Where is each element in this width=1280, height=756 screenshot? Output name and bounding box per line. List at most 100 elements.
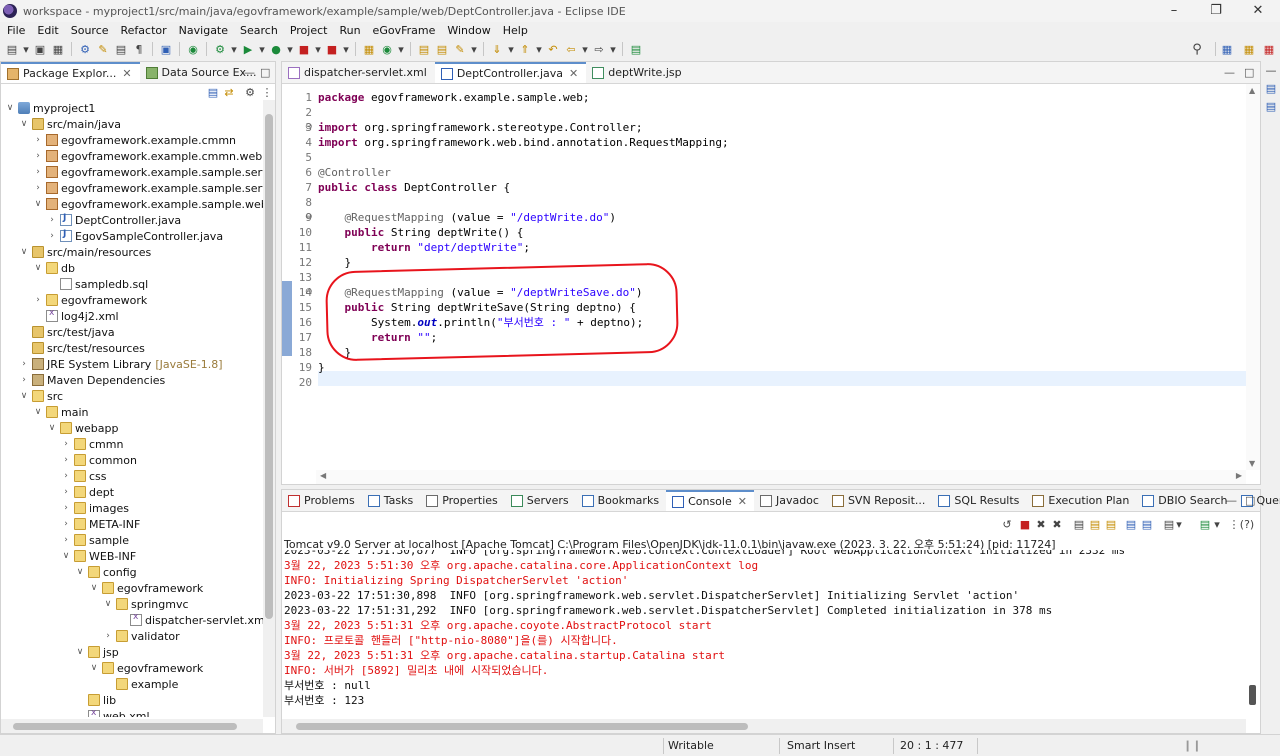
tree-item[interactable]: web.xml [1,708,150,717]
fold-icon[interactable]: ⊖ [305,120,313,135]
tab-javadoc[interactable]: Javadoc [754,490,826,511]
clear-console-icon[interactable]: ▤ [1071,516,1087,532]
chevron-down-icon[interactable]: ∨ [89,663,99,673]
chevron-right-icon[interactable]: › [61,439,71,449]
dropdown-icon[interactable]: ▾ [470,41,478,57]
tree-item[interactable]: ∨ webapp [1,420,119,436]
remove-all-launches-icon[interactable]: ✖ [1049,516,1065,532]
dropdown-icon[interactable]: ▾ [609,41,617,57]
chevron-right-icon[interactable]: › [47,231,57,241]
tab-deptwrite-jsp[interactable]: deptWrite.jsp [586,62,689,83]
tab-execution-plan[interactable]: Execution Plan [1026,490,1136,511]
tree-item[interactable]: sampledb.sql [1,276,148,292]
dropdown-icon[interactable]: ▾ [286,41,294,57]
tab-bookmarks[interactable]: Bookmarks [576,490,666,511]
back-icon[interactable]: ⇦ [563,41,579,57]
tree-item[interactable]: ∨ egovframework.example.sample.web [1,196,263,212]
tree-horizontal-scrollbar[interactable] [1,719,263,733]
task-list-icon[interactable]: ▤ [1263,98,1279,114]
open-console-icon[interactable]: ▤ [1197,516,1213,532]
tree-item[interactable]: ∨ src/main/java [1,116,121,132]
maximize-view-icon[interactable]: □ [260,66,270,79]
word-wrap-icon[interactable]: ▤ [1103,516,1119,532]
chevron-down-icon[interactable]: ∨ [19,391,29,401]
tab-servers[interactable]: Servers [505,490,576,511]
dropdown-icon[interactable]: ▾ [1175,516,1183,532]
close-icon[interactable]: ✕ [738,495,747,508]
chevron-right-icon[interactable]: › [61,455,71,465]
show-whitespace-icon[interactable]: ¶ [131,41,147,57]
debug-icon[interactable]: ⚙ [212,41,228,57]
view-menu-icon[interactable]: ⋮ [259,84,275,100]
tab-package-explorer[interactable]: Package Explor... ✕ [1,62,140,83]
tree-item[interactable]: › Maven Dependencies [1,372,165,388]
tree-item[interactable]: ∨ config [1,564,137,580]
dropdown-icon[interactable]: ▾ [397,41,405,57]
tree-vertical-scrollbar[interactable] [263,100,275,717]
menu-edit[interactable]: Edit [32,24,65,37]
dropdown-icon[interactable]: ▾ [581,41,589,57]
tree-item[interactable]: › DeptController.java [1,212,181,228]
minimize-icon[interactable]: – [1154,0,1194,22]
menu-file[interactable]: File [2,24,32,37]
tree-item[interactable]: › sample [1,532,129,548]
tab-dbio-search[interactable]: DBIO Search [1136,490,1234,511]
minimize-view-icon[interactable]: — [1263,62,1279,78]
minimize-view-icon[interactable]: — [1226,494,1237,507]
menu-search[interactable]: Search [235,24,285,37]
new-java-project-icon[interactable]: ▦ [361,41,377,57]
menu-refactor[interactable]: Refactor [116,24,174,37]
word-wrap-icon[interactable]: ▤ [113,41,129,57]
dropdown-icon[interactable]: ▾ [342,41,350,57]
console-horizontal-scrollbar[interactable] [282,719,1246,733]
save-all-icon[interactable]: ▦ [50,41,66,57]
dropdown-icon[interactable]: ▾ [535,41,543,57]
tree-item[interactable]: › JRE System Library [JavaSE-1.8] [1,356,222,372]
chevron-down-icon[interactable]: ∨ [33,407,43,417]
maximize-view-icon[interactable]: □ [1245,494,1255,507]
chevron-right-icon[interactable]: › [61,487,71,497]
filters-icon[interactable]: ⚙ [242,84,258,100]
close-icon[interactable]: ✕ [122,67,131,80]
chevron-down-icon[interactable]: ∨ [75,567,85,577]
last-edit-location-icon[interactable]: ↶ [545,41,561,57]
tab-console[interactable]: Console ✕ [666,490,754,511]
console-vertical-scrollbar[interactable] [1248,550,1258,717]
chevron-right-icon[interactable]: › [61,503,71,513]
chevron-right-icon[interactable]: › [33,167,43,177]
chevron-right-icon[interactable]: › [33,183,43,193]
chevron-right-icon[interactable]: › [33,135,43,145]
help-icon[interactable]: (?) [1236,516,1258,532]
external-tools-icon[interactable]: ■ [324,41,340,57]
chevron-down-icon[interactable]: ∨ [33,263,43,273]
tab-properties[interactable]: Properties [420,490,505,511]
chevron-right-icon[interactable]: › [33,151,43,161]
tree-item[interactable]: src/test/java [1,324,115,340]
chevron-down-icon[interactable]: ∨ [19,247,29,257]
menu-navigate[interactable]: Navigate [174,24,235,37]
search-icon[interactable]: ✎ [452,41,468,57]
tree-item[interactable]: ∨ main [1,404,89,420]
dropdown-icon[interactable]: ▾ [230,41,238,57]
chevron-down-icon[interactable]: ∨ [5,103,15,113]
tree-item[interactable]: › images [1,500,129,516]
tab-tasks[interactable]: Tasks [362,490,420,511]
tab-sql-results[interactable]: SQL Results [932,490,1026,511]
dropdown-icon[interactable]: ▾ [22,41,30,57]
pin-console-icon[interactable]: ↺ [999,516,1015,532]
tree-item[interactable]: › egovframework.example.cmmn.web [1,148,262,164]
menu-source[interactable]: Source [66,24,116,37]
remove-launch-icon[interactable]: ✖ [1033,516,1049,532]
minimize-view-icon[interactable]: — [244,66,255,79]
menu-egovframe[interactable]: eGovFrame [368,24,443,37]
open-task-icon[interactable]: ▤ [434,41,450,57]
chevron-down-icon[interactable]: ∨ [61,551,71,561]
show-on-error-icon[interactable]: ▤ [1139,516,1155,532]
tree-item[interactable]: › validator [1,628,179,644]
tree-item[interactable]: ∨ myproject1 [1,100,96,116]
menu-window[interactable]: Window [442,24,497,37]
chevron-right-icon[interactable]: › [61,471,71,481]
open-type-icon[interactable]: ▤ [416,41,432,57]
perspective-jee-icon[interactable]: ▦ [1241,41,1257,57]
tab-query-result[interactable]: Query Result [1235,490,1280,511]
